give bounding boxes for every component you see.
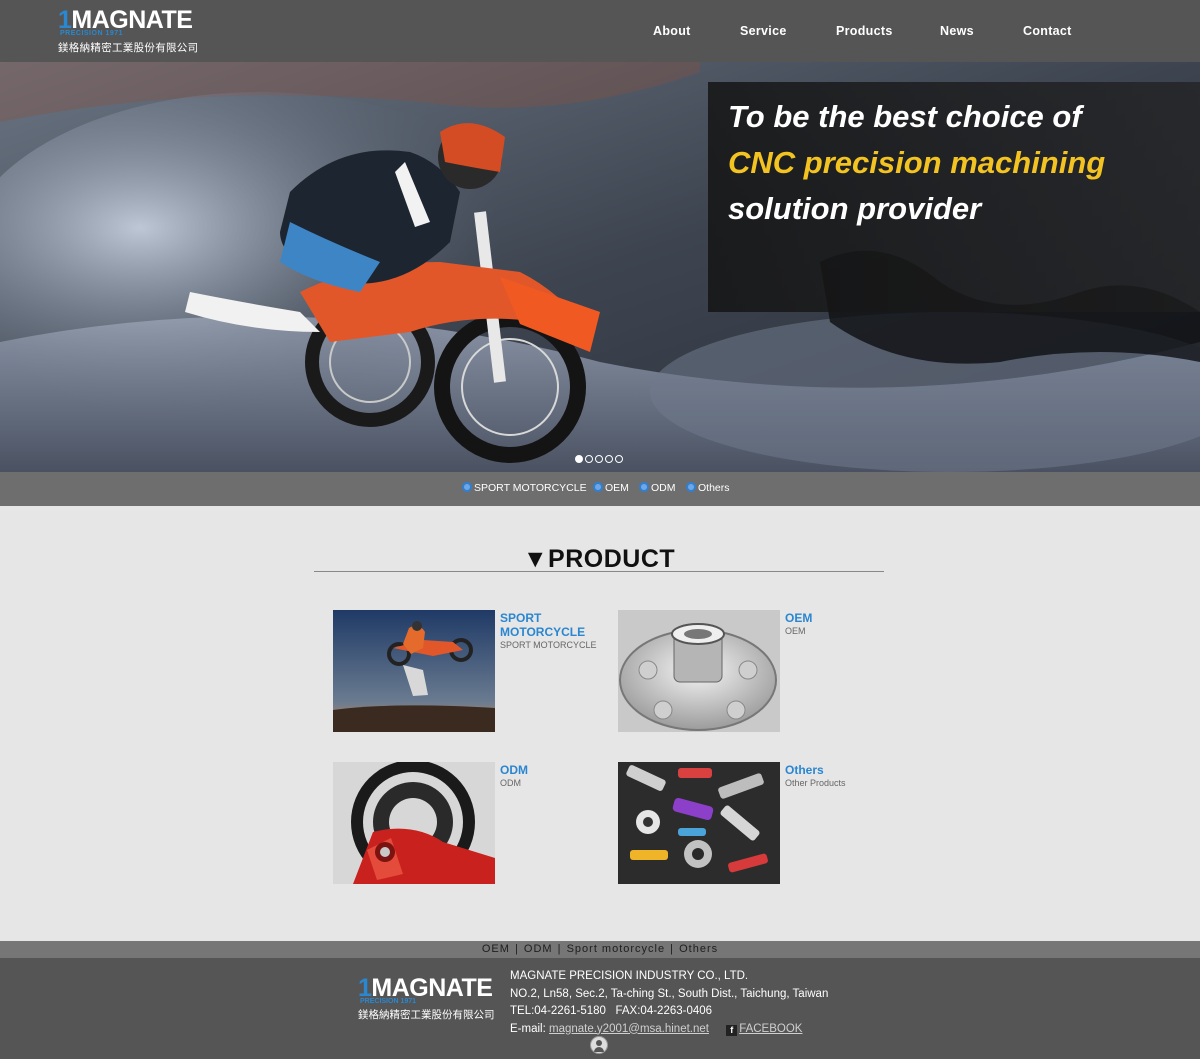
visitor-counter-icon [590, 1036, 608, 1054]
product-card-others[interactable]: Others Other Products [618, 762, 878, 884]
nav-about[interactable]: About [653, 24, 691, 38]
product-card-odm[interactable]: ODM ODM [333, 762, 593, 884]
product-section-title: ▼PRODUCT [522, 545, 676, 573]
hero-slider[interactable]: To be the best choice of CNC precision m… [0, 62, 1200, 472]
nav-news[interactable]: News [940, 24, 974, 38]
site-footer: 1MAGNATE PRECISION 1971 鎂格納精密工業股份有限公司 MA… [0, 958, 1200, 1059]
slider-dot-4[interactable] [605, 455, 613, 463]
site-logo[interactable]: 1MAGNATE PRECISION 1971 鎂格納精密工業股份有限公司 [58, 8, 198, 56]
product-card-oem[interactable]: OEM OEM [618, 610, 878, 732]
bullet-icon [593, 482, 603, 492]
product-card-sport-motorcycle[interactable]: SPORT MOTORCYCLE SPORT MOTORCYCLE [333, 610, 597, 732]
logo-tagline: PRECISION 1971 [60, 30, 124, 37]
product-title-odm[interactable]: ODM [500, 763, 600, 777]
thumb-assorted-parts[interactable] [618, 762, 780, 884]
footer-logo: 1MAGNATE PRECISION 1971 鎂格納精密工業股份有限公司 [358, 974, 495, 1022]
email-label: E-mail: [510, 1022, 546, 1035]
footer-link-sport-motorcycle[interactable]: Sport motorcycle [566, 943, 667, 955]
company-info: MAGNATE PRECISION INDUSTRY CO., LTD. NO.… [510, 968, 828, 1038]
footer-link-oem[interactable]: OEM [481, 943, 511, 955]
bullet-icon [686, 482, 696, 492]
category-sport-motorcycle[interactable]: SPORT MOTORCYCLE [462, 482, 587, 494]
footer-logo-tagline: PRECISION 1971 [360, 998, 417, 1005]
hero-headline: To be the best choice of CNC precision m… [728, 94, 1105, 232]
product-title-others[interactable]: Others [785, 763, 885, 777]
company-contact-links: E-mail: magnate.y2001@msa.hinet.net f FAC… [510, 1021, 828, 1039]
product-title-sport-motorcycle[interactable]: SPORT MOTORCYCLE [500, 611, 600, 639]
category-bar: SPORT MOTORCYCLE OEM ODM Others [0, 472, 1200, 506]
facebook-link-wrap[interactable]: f FACEBOOK [726, 1023, 802, 1036]
facebook-link[interactable]: FACEBOOK [739, 1023, 802, 1035]
thumb-red-sprocket[interactable] [333, 762, 495, 884]
category-oem[interactable]: OEM [593, 482, 629, 494]
bullet-icon [639, 482, 649, 492]
category-odm[interactable]: ODM [639, 482, 676, 494]
logo-chinese-name: 鎂格納精密工業股份有限公司 [58, 42, 199, 54]
product-desc-odm: ODM [500, 778, 521, 788]
footer-link-others[interactable]: Others [678, 943, 719, 955]
company-fax: FAX:04-2263-0406 [615, 1005, 713, 1017]
thumb-motocross-jump[interactable] [333, 610, 495, 732]
nav-service[interactable]: Service [740, 24, 787, 38]
slider-dot-5[interactable] [615, 455, 623, 463]
slider-dot-1[interactable] [575, 455, 583, 463]
section-divider [314, 571, 884, 572]
slider-dot-2[interactable] [585, 455, 593, 463]
product-title-oem[interactable]: OEM [785, 611, 885, 625]
company-tel: TEL:04-2261-5180 [510, 1005, 606, 1017]
company-name: MAGNATE PRECISION INDUSTRY CO., LTD. [510, 970, 749, 982]
category-others[interactable]: Others [686, 482, 730, 494]
nav-products[interactable]: Products [836, 24, 893, 38]
product-desc-others: Other Products [785, 778, 846, 788]
thumb-cnc-hub[interactable] [618, 610, 780, 732]
slider-dot-3[interactable] [595, 455, 603, 463]
company-address: NO.2, Ln58, Sec.2, Ta-ching St., South D… [510, 987, 829, 1000]
footer-logo-chinese-name: 鎂格納精密工業股份有限公司 [358, 1009, 495, 1021]
product-desc-sport-motorcycle: SPORT MOTORCYCLE [500, 640, 597, 650]
hero-line-3: solution provider [728, 191, 982, 226]
company-phone-fax: TEL:04-2261-5180 FAX:04-2263-0406 [510, 1003, 828, 1021]
bullet-icon [462, 482, 472, 492]
site-header: 1MAGNATE PRECISION 1971 鎂格納精密工業股份有限公司 Ab… [0, 0, 1200, 62]
footer-links-bar: OEM | ODM | Sport motorcycle | Others [0, 941, 1200, 958]
footer-link-odm[interactable]: ODM [523, 943, 554, 955]
product-desc-oem: OEM [785, 626, 806, 636]
hero-line-1: To be the best choice of [728, 99, 1082, 134]
hero-line-2: CNC precision machining [728, 145, 1106, 180]
nav-contact[interactable]: Contact [1023, 24, 1072, 38]
email-link[interactable]: magnate.y2001@msa.hinet.net [549, 1023, 709, 1035]
facebook-icon: f [726, 1024, 738, 1036]
